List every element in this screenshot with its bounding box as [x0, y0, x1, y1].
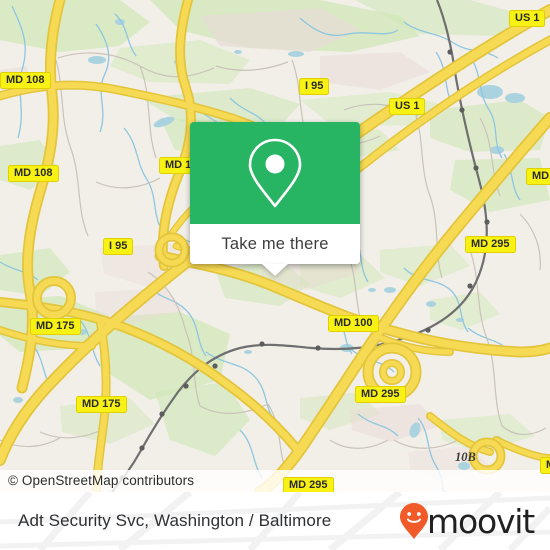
shield-md-175-lower: MD 175	[76, 396, 127, 413]
callout-pin-panel	[190, 122, 360, 224]
moovit-wordmark: moovit	[427, 501, 535, 541]
shield-md-108-top-left: MD 108	[0, 72, 51, 89]
footer-bar: Adt Security Svc, Washington / Baltimore…	[0, 492, 550, 550]
shield-us1-corner: US 1	[509, 10, 546, 27]
shield-md-2-edge: MD 2	[526, 168, 550, 185]
exit-label-10b: 10B	[455, 450, 476, 464]
shield-md-edge-bottom: M	[540, 457, 550, 474]
take-me-there-label: Take me there	[221, 234, 329, 253]
shield-md-295-right: MD 295	[465, 236, 516, 253]
moovit-place-card: MD 108 MD 108 I 95 MD 175 MD 175 I 95 US 1 US 1…	[0, 0, 550, 550]
take-me-there-callout[interactable]: Take me there	[190, 122, 360, 276]
shield-i95-top: I 95	[299, 78, 330, 95]
location-pin-icon	[248, 138, 302, 208]
osm-attribution[interactable]: © OpenStreetMap contributors	[0, 470, 550, 492]
moovit-logo[interactable]: moovit	[399, 501, 535, 541]
shield-md-175-upper: MD 175	[30, 318, 81, 335]
moovit-pin-icon	[400, 503, 429, 539]
callout-action-bar[interactable]: Take me there	[190, 224, 360, 276]
shield-md-100: MD 100	[328, 315, 379, 332]
shield-i95-left: I 95	[103, 238, 134, 255]
shield-md-295-bottom: MD 295	[283, 477, 334, 492]
callout-pointer	[262, 264, 288, 276]
shield-md-295-center: MD 295	[355, 386, 406, 403]
place-title: Adt Security Svc, Washington / Baltimore	[18, 511, 332, 530]
shield-md-108-left: MD 108	[8, 165, 59, 182]
shield-us1-top: US 1	[389, 98, 426, 115]
